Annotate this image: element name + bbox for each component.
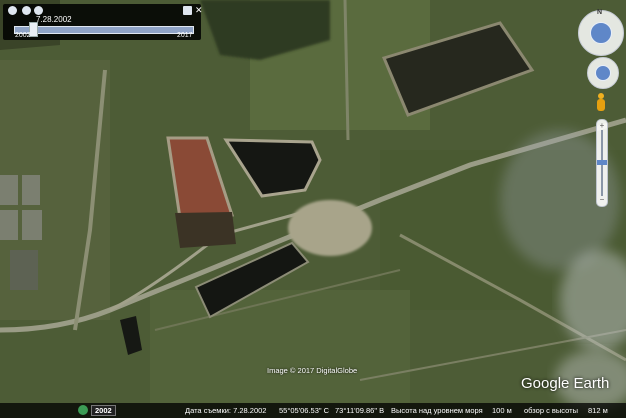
zoom-plus-icon[interactable]: +	[597, 122, 607, 130]
time-slider-track[interactable]	[14, 26, 194, 34]
year-badge: 2002	[91, 405, 116, 416]
wrench-icon[interactable]	[183, 6, 192, 15]
status-bar: 2002 Дата съемки: 7.28.2002 55°05'06.53"…	[0, 403, 626, 418]
zoom-knob[interactable]	[597, 160, 607, 165]
time-slider-panel: ✕ 7.28.2002 2002 2017	[3, 4, 203, 40]
sediment	[175, 212, 236, 248]
latitude: 55°05'06.53" С	[279, 406, 330, 415]
end-year: 2017	[177, 32, 193, 39]
clock-icon[interactable]	[8, 6, 17, 15]
look-joystick[interactable]	[590, 22, 612, 44]
elevation-value: 100 м	[492, 406, 512, 415]
zoom-in-icon[interactable]	[34, 6, 43, 15]
zoom-slider[interactable]: + −	[596, 119, 608, 207]
longitude: 73°11'09.86" В	[335, 406, 385, 415]
elevation-label: Высота над уровнем моря	[391, 406, 483, 415]
google-earth-logo: Google Earth	[521, 375, 610, 392]
pegman-icon[interactable]	[596, 93, 606, 113]
move-control[interactable]	[587, 57, 619, 89]
zoom-out-icon[interactable]	[22, 6, 31, 15]
globe-icon[interactable]	[78, 405, 88, 415]
field-patch	[150, 290, 410, 403]
current-date: 7.28.2002	[36, 15, 72, 24]
sand-pile	[288, 200, 372, 256]
eye-alt-label: обзор с высоты	[524, 406, 578, 415]
look-control[interactable]: N	[578, 9, 624, 56]
north-icon[interactable]: N	[597, 9, 602, 16]
zoom-minus-icon[interactable]: −	[597, 196, 607, 204]
imagery-credit: Image © 2017 DigitalGlobe	[267, 366, 358, 375]
start-year: 2002	[15, 32, 31, 39]
satellite-map[interactable]	[0, 0, 626, 418]
capture-date: Дата съемки: 7.28.2002	[185, 406, 267, 415]
move-joystick[interactable]	[595, 65, 611, 81]
close-icon[interactable]: ✕	[195, 5, 203, 16]
eye-alt-value: 812 м	[588, 406, 608, 415]
